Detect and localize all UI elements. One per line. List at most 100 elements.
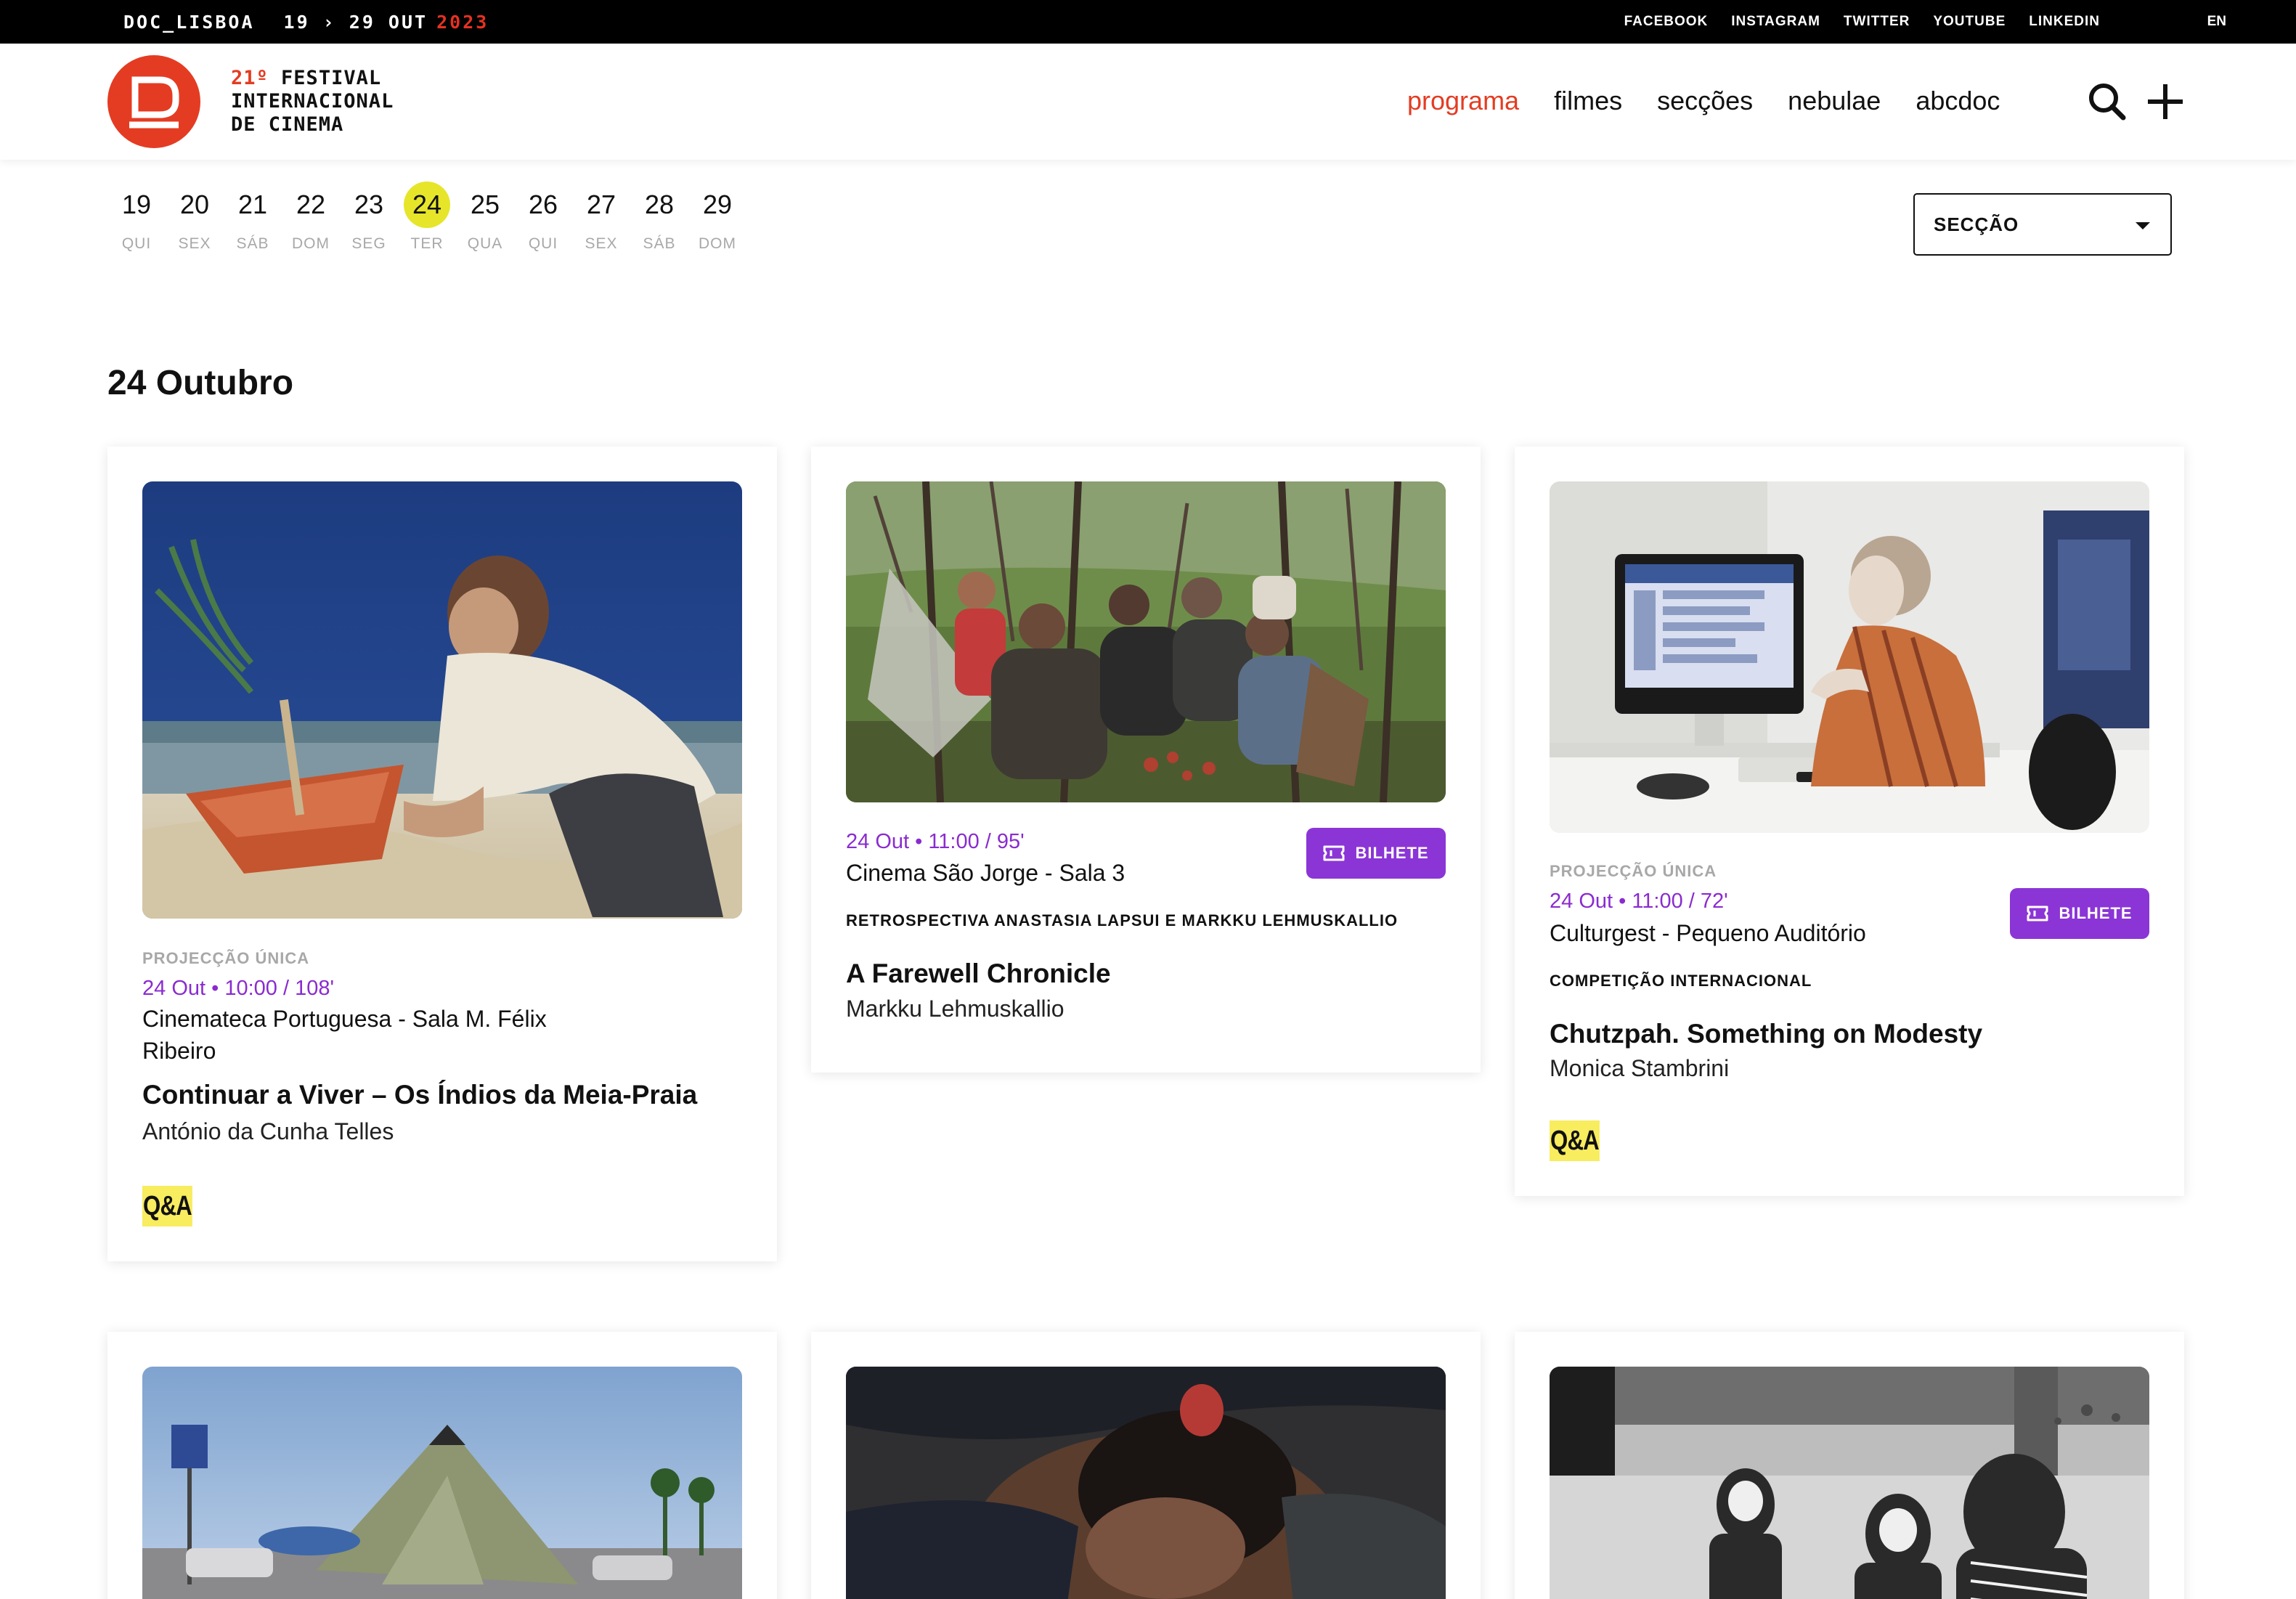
screening-card[interactable]: 24 Out • 11:00 / 95' Cinema São Jorge - …	[811, 447, 1481, 1073]
screening-card[interactable]	[1515, 1332, 2184, 1599]
date-number: 29	[702, 190, 733, 219]
film-director: António da Cunha Telles	[142, 1118, 394, 1144]
social-link-youtube[interactable]: YOUTUBE	[1933, 14, 2006, 30]
date-21[interactable]: 21 SÁB	[224, 182, 282, 253]
date-20[interactable]: 20 SEX	[166, 182, 224, 253]
nav-item-seccoes[interactable]: secções	[1657, 86, 1753, 116]
date-number: 21	[237, 190, 268, 219]
main-nav: programa filmes secções nebulae abcdoc	[1407, 86, 2000, 116]
nav-item-abcdoc[interactable]: abcdoc	[1916, 86, 2000, 116]
festival-logo-text[interactable]: 21º FESTIVAL INTERNACIONAL DE CINEMA	[231, 67, 394, 137]
section-select-value: SECÇÃO	[1934, 213, 2019, 235]
logo-line-1: 21º FESTIVAL	[231, 67, 394, 90]
date-weekday: DOM	[699, 235, 736, 252]
date-number: 27	[586, 190, 616, 219]
screening-card[interactable]	[107, 1332, 777, 1599]
ticket-icon	[2027, 906, 2048, 921]
date-weekday: QUA	[467, 235, 503, 252]
film-director: Monica Stambrini	[1550, 1055, 1730, 1081]
screening-datetime: 24 Out • 11:00 / 95'	[846, 830, 1025, 853]
film-still-image[interactable]	[846, 1367, 1446, 1599]
film-still-image[interactable]	[142, 481, 742, 919]
date-number: 25	[470, 190, 500, 219]
ticket-button[interactable]: BILHETE	[2010, 888, 2149, 939]
film-title[interactable]: A Farewell Chronicle	[846, 959, 1446, 989]
film-director: Markku Lehmuskallio	[846, 996, 1064, 1022]
film-title[interactable]: Continuar a Viver – Os Índios da Meia-Pr…	[142, 1080, 742, 1110]
film-title[interactable]: Chutzpah. Something on Modesty	[1550, 1019, 2149, 1049]
screening-card[interactable]: PROJECÇÃO ÚNICA 24 Out • 11:00 / 72' Cul…	[1515, 447, 2184, 1196]
screening-section[interactable]: COMPETIÇÃO INTERNACIONAL	[1550, 972, 1812, 990]
film-still-image[interactable]	[142, 1367, 742, 1599]
screening-section[interactable]: RETROSPECTIVA ANASTASIA LAPSUI E MARKKU …	[846, 911, 1398, 930]
date-weekday: SEX	[178, 235, 211, 252]
film-still-image[interactable]	[846, 481, 1446, 802]
date-weekday: DOM	[292, 235, 330, 252]
date-weekday: SÁB	[643, 235, 676, 252]
qa-badge: Q&A	[1550, 1120, 1600, 1161]
screening-venue: Cinemateca Portuguesa - Sala M. Félix Ri…	[142, 1006, 547, 1064]
date-number: 28	[644, 190, 675, 219]
screening-tag: PROJECÇÃO ÚNICA	[142, 949, 310, 967]
logo-line-3: DE CINEMA	[231, 113, 344, 136]
ticket-label: BILHETE	[1355, 844, 1429, 862]
festival-dates-wrap: 19 › 29 OUT 2023	[284, 12, 489, 33]
date-23[interactable]: 23 SEG	[340, 182, 398, 253]
nav-item-nebulae[interactable]: nebulae	[1788, 86, 1881, 116]
date-25[interactable]: 25 QUA	[456, 182, 514, 253]
date-27[interactable]: 27 SEX	[572, 182, 630, 253]
date-26[interactable]: 26 QUI	[514, 182, 572, 253]
ticket-label: BILHETE	[2059, 904, 2133, 922]
date-number: 24	[404, 182, 450, 228]
festival-dates: 19 › 29 OUT	[283, 11, 428, 33]
social-links: FACEBOOK INSTAGRAM TWITTER YOUTUBE LINKE…	[1624, 0, 2100, 44]
festival-year: 2023	[436, 11, 489, 33]
date-weekday: SEG	[351, 235, 386, 252]
logo-edition: 21º	[231, 67, 269, 89]
qa-badge: Q&A	[142, 1186, 192, 1226]
screening-datetime: 24 Out • 11:00 / 72'	[1550, 890, 1728, 913]
date-19[interactable]: 19 QUI	[107, 182, 166, 253]
social-link-linkedin[interactable]: LINKEDIN	[2029, 14, 2100, 30]
date-22[interactable]: 22 DOM	[282, 182, 340, 253]
social-link-instagram[interactable]: INSTAGRAM	[1731, 14, 1820, 30]
date-weekday: QUI	[121, 235, 152, 252]
festival-logo-icon[interactable]	[107, 55, 200, 148]
date-29[interactable]: 29 DOM	[688, 182, 746, 253]
day-heading: 24 Outubro	[107, 364, 294, 402]
date-number: 20	[179, 190, 210, 219]
logo-line-2: INTERNACIONAL	[231, 90, 394, 113]
screening-venue: Cinema São Jorge - Sala 3	[846, 860, 1125, 886]
screening-tag: PROJECÇÃO ÚNICA	[1550, 862, 1717, 880]
date-weekday: SÁB	[236, 235, 269, 252]
date-number: 23	[354, 190, 384, 219]
film-still-image[interactable]	[1550, 481, 2149, 833]
festival-brand[interactable]: DOC_LISBOA 19 › 29 OUT 2023	[123, 0, 489, 44]
social-link-twitter[interactable]: TWITTER	[1844, 14, 1910, 30]
social-link-facebook[interactable]: FACEBOOK	[1624, 14, 1709, 30]
nav-item-filmes[interactable]: filmes	[1554, 86, 1622, 116]
date-number: 19	[121, 190, 152, 219]
date-number: 22	[296, 190, 326, 219]
screening-venue: Culturgest - Pequeno Auditório	[1550, 920, 1866, 946]
screening-card[interactable]: PROJECÇÃO ÚNICA 24 Out • 10:00 / 108' Ci…	[107, 447, 777, 1261]
language-switch[interactable]: EN	[2207, 0, 2226, 44]
date-number: 26	[528, 190, 558, 219]
search-icon[interactable]	[2085, 80, 2129, 123]
main-header: 21º FESTIVAL INTERNACIONAL DE CINEMA pro…	[0, 44, 2296, 160]
plus-menu-icon[interactable]	[2144, 80, 2187, 123]
date-24-selected[interactable]: 24 TER	[398, 182, 456, 253]
date-weekday: TER	[410, 235, 444, 252]
section-select[interactable]: SECÇÃO	[1913, 193, 2172, 256]
nav-item-programa[interactable]: programa	[1407, 86, 1519, 116]
ticket-icon	[1323, 845, 1345, 861]
film-still-image[interactable]	[1550, 1367, 2149, 1599]
logo-festival: FESTIVAL	[281, 67, 382, 89]
screening-datetime: 24 Out • 10:00 / 108'	[142, 977, 334, 1000]
ticket-button[interactable]: BILHETE	[1306, 828, 1446, 879]
screening-card[interactable]	[811, 1332, 1481, 1599]
date-weekday: QUI	[528, 235, 558, 252]
top-bar: DOC_LISBOA 19 › 29 OUT 2023 FACEBOOK INS…	[0, 0, 2296, 44]
date-weekday: SEX	[585, 235, 618, 252]
date-28[interactable]: 28 SÁB	[630, 182, 688, 253]
